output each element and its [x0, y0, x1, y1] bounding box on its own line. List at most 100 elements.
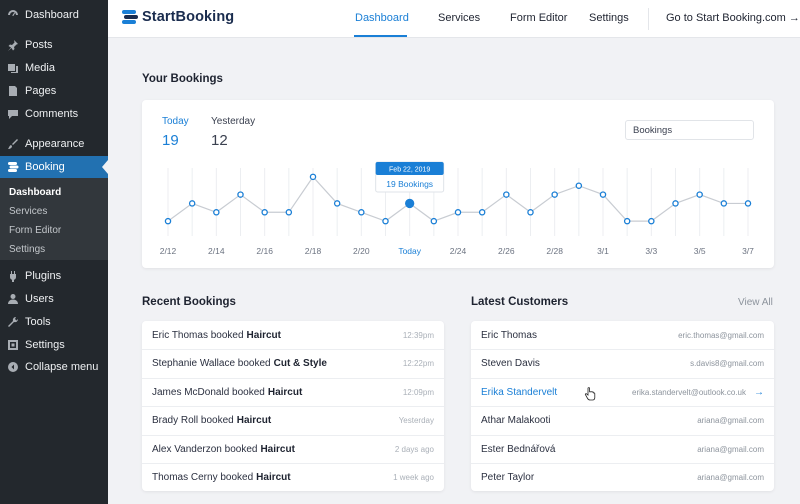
wp-menu-media[interactable]: Media: [0, 57, 108, 79]
brush-icon: [7, 138, 19, 150]
nav-dashboard[interactable]: Dashboard: [355, 12, 409, 24]
x-tick-label: 3/1: [597, 246, 609, 256]
chart-point[interactable]: [188, 200, 196, 207]
users-icon: [7, 293, 19, 305]
chart-point[interactable]: [309, 173, 317, 181]
x-tick-label: 3/3: [645, 246, 657, 256]
wp-menu-comments[interactable]: Comments: [0, 103, 108, 125]
wp-menu-collapse-menu[interactable]: Collapse menu: [0, 356, 108, 378]
chart-point[interactable]: [454, 209, 462, 216]
x-tick-label: 3/7: [742, 246, 754, 256]
media-icon: [7, 62, 19, 74]
nav-services[interactable]: Services: [438, 12, 480, 24]
submenu-settings[interactable]: Settings: [9, 244, 45, 255]
customer-row[interactable]: Steven Davis s.davis8@gmail.com: [471, 349, 774, 377]
booking-text: Alex Vanderzon booked: [152, 443, 258, 455]
chart-point[interactable]: [261, 209, 268, 216]
submenu-dashboard[interactable]: Dashboard: [9, 187, 61, 198]
recent-booking-row[interactable]: Stephanie Wallace booked Cut & Style 12:22…: [142, 349, 444, 377]
x-tick-label: 2/16: [256, 246, 273, 256]
chart-point-highlighted[interactable]: [405, 198, 415, 209]
customer-row[interactable]: Ester Bednářová ariana@gmail.com: [471, 434, 774, 463]
wp-menu-dashboard[interactable]: Dashboard: [0, 4, 108, 26]
tooltip-value: 19 Bookings: [386, 179, 433, 189]
chart-point[interactable]: [333, 200, 341, 207]
nav-form-editor[interactable]: Form Editor: [510, 12, 567, 24]
chart-point[interactable]: [623, 217, 631, 225]
brand-logo[interactable]: StartBooking: [121, 8, 234, 26]
recent-booking-row[interactable]: James McDonald booked Haircut 12:09pm: [142, 377, 444, 406]
chart-point[interactable]: [744, 200, 752, 207]
nav-settings[interactable]: Settings: [589, 12, 629, 24]
recent-booking-row[interactable]: Eric Thomas booked Haircut 12:39pm: [142, 321, 444, 349]
recent-booking-row[interactable]: Thomas Cerny booked Haircut 1 week ago: [142, 463, 444, 491]
booking-text: Brady Roll booked: [152, 415, 234, 427]
view-all-link[interactable]: View All: [738, 297, 773, 308]
external-site-link[interactable]: Go to Start Booking.com →: [666, 12, 800, 24]
bookings-card: Today 19 Yesterday 12 Bookings 2/12 2/14 2…: [142, 100, 774, 268]
arrow-right-icon[interactable]: →: [754, 387, 764, 398]
chart-point[interactable]: [551, 191, 558, 198]
wp-menu-label: Booking: [25, 161, 65, 173]
latest-customers-title: Latest Customers: [471, 296, 569, 308]
wp-menu-booking[interactable]: Booking: [0, 156, 108, 178]
hand-cursor-icon: [584, 387, 596, 401]
startbooking-logo-icon: [122, 10, 138, 24]
recent-booking-row[interactable]: Brady Roll booked Haircut Yesterday: [142, 406, 444, 434]
customer-row[interactable]: Athar Malakooti ariana@gmail.com: [471, 406, 774, 434]
chart-point[interactable]: [213, 209, 220, 216]
customer-row[interactable]: Peter Taylor ariana@gmail.com: [471, 463, 774, 491]
wp-menu-plugins[interactable]: Plugins: [0, 265, 108, 287]
submenu-form-editor[interactable]: Form Editor: [9, 225, 61, 236]
x-tick-label: 2/12: [160, 246, 177, 256]
tooltip-date: Feb 22, 2019: [389, 167, 430, 174]
wp-menu-label: Comments: [25, 108, 79, 120]
booking-time: 12:39pm: [402, 330, 434, 340]
plugin-icon: [7, 270, 19, 282]
chart-point[interactable]: [575, 182, 583, 189]
chart-point[interactable]: [696, 191, 703, 198]
chart-point[interactable]: [164, 217, 172, 225]
chart-point[interactable]: [527, 209, 534, 216]
booking-time: Yesterday: [398, 416, 434, 426]
chart-point[interactable]: [285, 209, 293, 216]
wp-menu-users[interactable]: Users: [0, 288, 108, 310]
wp-menu-pages[interactable]: Pages: [0, 80, 108, 102]
wp-menu-posts[interactable]: Posts: [0, 34, 108, 56]
chart-point[interactable]: [478, 209, 486, 216]
wp-menu-tools[interactable]: Tools: [0, 311, 108, 333]
chart-point[interactable]: [599, 191, 607, 198]
customer-row[interactable]: Erika Standervelt erika.standervelt@outlo…: [471, 377, 774, 406]
pages-icon: [7, 85, 19, 97]
wp-admin-sidebar: Dashboard Services Form Editor Settings …: [0, 0, 108, 504]
booking-service: Haircut: [256, 472, 291, 483]
chart-point[interactable]: [382, 217, 389, 225]
booking-service: Haircut: [260, 443, 295, 455]
wp-menu-appearance[interactable]: Appearance: [0, 133, 108, 155]
comments-icon: [7, 108, 19, 120]
chart-point[interactable]: [430, 217, 438, 225]
customer-row[interactable]: Eric Thomas eric.thomas@gmail.com: [471, 321, 774, 349]
wp-menu-settings[interactable]: Settings: [0, 334, 108, 356]
wp-menu-label: Tools: [25, 316, 51, 328]
recent-bookings-title: Recent Bookings: [142, 296, 236, 308]
wp-menu-label: Plugins: [25, 270, 62, 282]
chart-point[interactable]: [720, 200, 728, 207]
booking-service: Cut & Style: [273, 358, 327, 370]
wp-menu-label: Appearance: [25, 138, 85, 150]
recent-booking-row[interactable]: Alex Vanderzon booked Haircut 2 days ago: [142, 434, 444, 463]
wp-menu-label: Settings: [25, 339, 65, 351]
x-tick-label: 2/24: [450, 246, 467, 256]
x-tick-label: 2/18: [305, 246, 322, 256]
x-tick-label: 2/26: [498, 246, 515, 256]
chart-point[interactable]: [648, 217, 655, 225]
chart-point[interactable]: [503, 191, 510, 198]
chart-point[interactable]: [237, 191, 244, 198]
booking-time: 12:22pm: [402, 359, 434, 369]
bookings-line-chart: 2/12 2/14 2/16 2/18 2/20 Today 2/24 2/26 2/28 3/1…: [160, 161, 754, 256]
chart-point[interactable]: [358, 209, 365, 216]
chart-point[interactable]: [672, 200, 679, 207]
bookings-title: Your Bookings: [142, 73, 223, 85]
dashboard-icon: [7, 9, 19, 21]
submenu-services[interactable]: Services: [9, 206, 47, 217]
